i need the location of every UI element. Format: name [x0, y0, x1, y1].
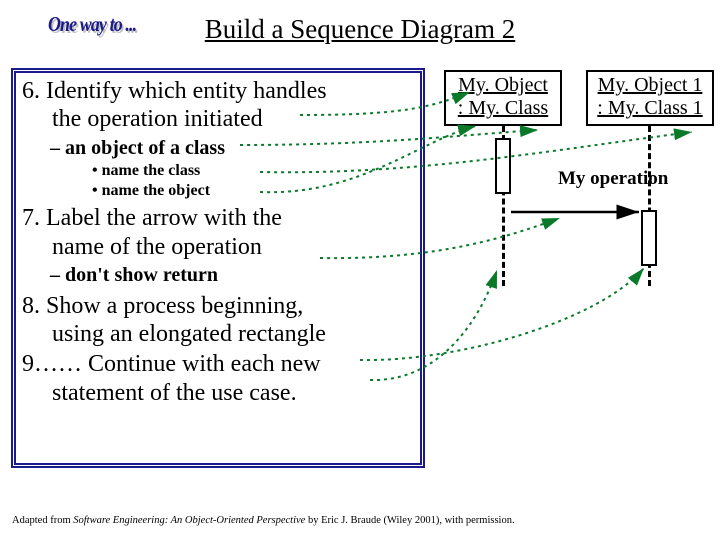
- step-7-line1: 7. Label the arrow with the: [22, 205, 282, 231]
- footer-suffix: by Eric J. Braude (Wiley 2001), with per…: [305, 515, 514, 526]
- object-2-name: My. Object 1: [592, 74, 708, 97]
- step-6-bullet-2: name the object: [22, 181, 412, 202]
- instruction-panel: 6. Identify which entity handles the ope…: [11, 68, 425, 468]
- step-9: 9…… Continue with each new statement of …: [22, 350, 412, 407]
- step-8-line1: 8. Show a process beginning,: [22, 293, 303, 319]
- logo-text: One way to ...: [48, 12, 136, 37]
- object-2-class: : My. Class 1: [592, 97, 708, 120]
- object-1-class: : My. Class: [450, 97, 556, 120]
- step-9-line2: statement of the use case.: [22, 379, 412, 407]
- step-6-sub: an object of a class: [22, 136, 412, 161]
- step-7-sub: don't show return: [22, 263, 412, 288]
- object-1-name: My. Object: [450, 74, 556, 97]
- object-box-1: My. Object : My. Class: [444, 70, 562, 126]
- step-6-line1: 6. Identify which entity handles: [22, 78, 327, 104]
- step-6-bullet-1: name the class: [22, 161, 412, 182]
- step-8-line2: using an elongated rectangle: [22, 320, 412, 348]
- step-6: 6. Identify which entity handles the ope…: [22, 77, 412, 134]
- step-9-line1: 9…… Continue with each new: [22, 351, 321, 377]
- page-title: Build a Sequence Diagram 2: [205, 14, 515, 45]
- footer-book: Software Engineering: An Object-Oriented…: [73, 515, 305, 526]
- activation-bar-2: [641, 210, 657, 266]
- footer-citation: Adapted from Software Engineering: An Ob…: [12, 515, 515, 526]
- operation-label: My operation: [558, 168, 668, 190]
- step-7-line2: name of the operation: [22, 233, 412, 261]
- step-8: 8. Show a process beginning, using an el…: [22, 292, 412, 349]
- footer-prefix: Adapted from: [12, 515, 73, 526]
- object-box-2: My. Object 1 : My. Class 1: [586, 70, 714, 126]
- activation-bar-1: [495, 138, 511, 194]
- step-7: 7. Label the arrow with the name of the …: [22, 204, 412, 261]
- title-bar: One way to ... Build a Sequence Diagram …: [0, 14, 720, 45]
- step-6-line2: the operation initiated: [22, 105, 412, 133]
